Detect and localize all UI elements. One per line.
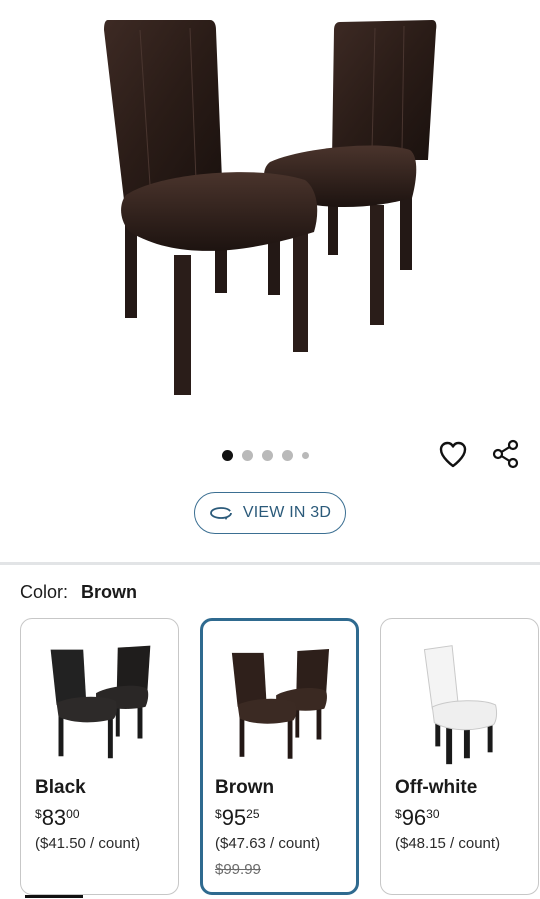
color-key: Color: (20, 582, 69, 602)
carousel-dot-4[interactable] (282, 450, 293, 461)
scroll-indicator (25, 895, 83, 898)
carousel-dot-5[interactable] (302, 452, 309, 459)
color-option-brown[interactable]: Brown $ 95 25 ($47.63 / count) $99.99 (200, 618, 359, 895)
color-option-black[interactable]: Black $ 83 00 ($41.50 / count) (20, 618, 179, 895)
swatch-unit-price: ($41.50 / count) (35, 835, 141, 852)
rotate-3d-icon (209, 507, 232, 520)
product-image[interactable] (0, 0, 540, 430)
swatch-image-black (21, 629, 178, 769)
favorite-button[interactable] (437, 438, 469, 470)
swatch-unit-price: ($48.15 / count) (395, 835, 501, 852)
swatch-image-off-white (381, 629, 538, 769)
carousel-indicator[interactable] (222, 450, 309, 461)
swatch-image-brown (203, 631, 356, 771)
share-button[interactable] (490, 438, 522, 470)
swatch-name: Off-white (395, 777, 478, 798)
carousel-dot-1[interactable] (222, 450, 233, 461)
carousel-dot-3[interactable] (262, 450, 273, 461)
share-icon (492, 439, 519, 469)
heart-icon (439, 441, 467, 468)
section-divider (0, 562, 540, 565)
swatch-unit-price: ($47.63 / count) (215, 835, 321, 852)
carousel-dot-2[interactable] (242, 450, 253, 461)
swatch-price: $ 96 30 (395, 805, 440, 830)
swatch-price: $ 95 25 (215, 805, 260, 830)
selected-color-value: Brown (81, 582, 138, 602)
color-selector-label: Color: Brown (20, 582, 137, 603)
view-in-3d-button[interactable]: VIEW IN 3D (194, 492, 346, 534)
swatch-price: $ 83 00 (35, 805, 80, 830)
swatch-name: Brown (215, 777, 275, 798)
swatch-was-price: $99.99 (215, 861, 261, 878)
swatch-name: Black (35, 777, 86, 798)
chairs-illustration (104, 20, 437, 395)
color-option-off-white[interactable]: Off-white $ 96 30 ($48.15 / count) (380, 618, 539, 895)
view-in-3d-label: VIEW IN 3D (242, 504, 332, 521)
